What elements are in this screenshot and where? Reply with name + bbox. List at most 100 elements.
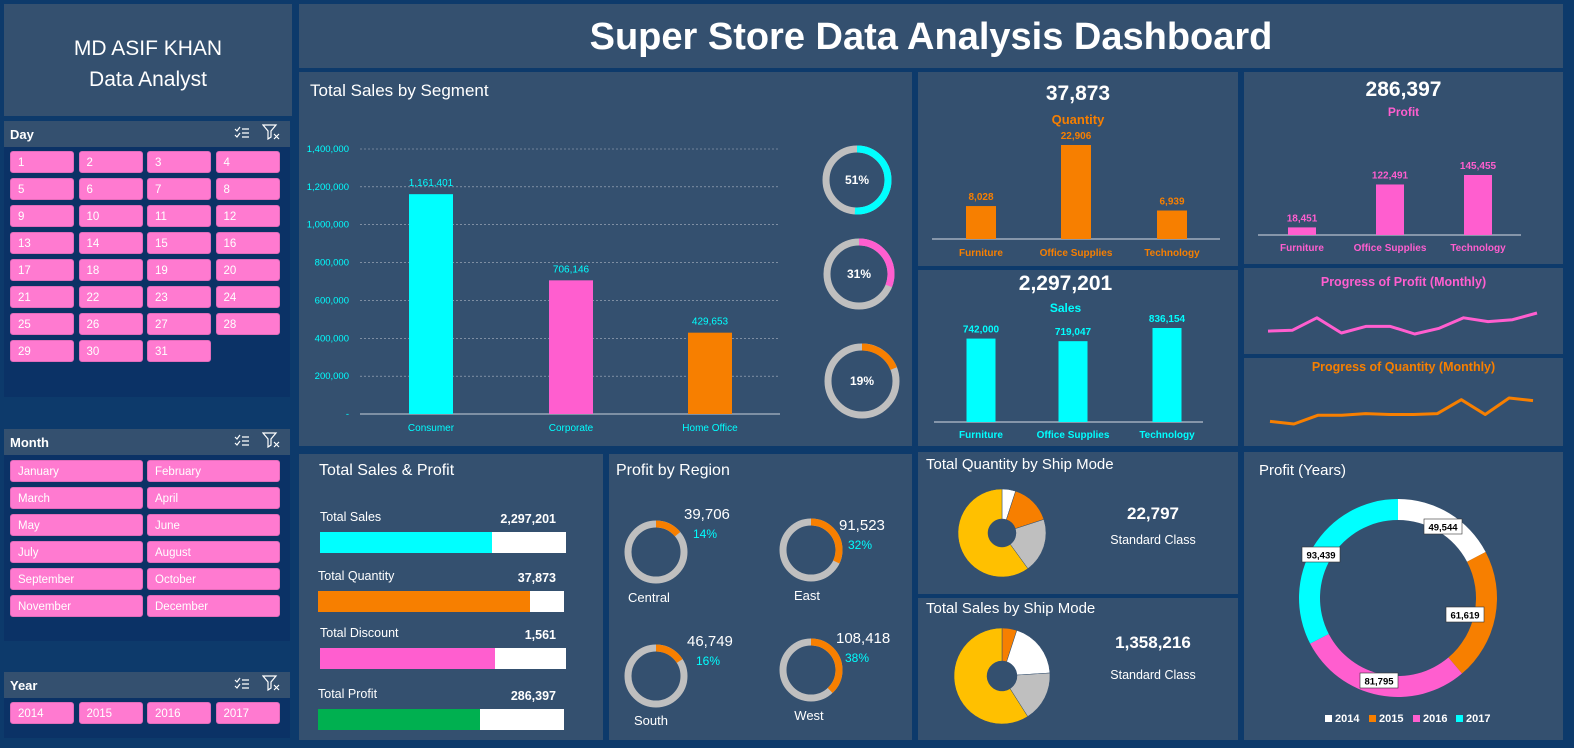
slicer-item[interactable]: 4 — [215, 151, 280, 173]
bar — [1376, 184, 1404, 235]
profit-card: 286,397 Profit 18,451 Furniture 122,491 Off… — [1244, 72, 1563, 264]
y-tick-label: 1,400,000 — [307, 144, 349, 155]
y-tick-label: 400,000 — [315, 333, 349, 344]
clear-filter-icon[interactable] — [261, 675, 280, 692]
slicer-item[interactable]: 6 — [78, 178, 143, 200]
totals-bar-track — [320, 532, 566, 553]
slicer-item[interactable]: 23 — [147, 286, 211, 308]
multi-select-icon[interactable] — [234, 126, 250, 140]
slicer-item[interactable]: 12 — [215, 205, 280, 227]
slicer-item[interactable]: May — [10, 514, 143, 536]
slicer-item[interactable]: 22 — [78, 286, 143, 308]
slicer-item[interactable]: April — [147, 487, 280, 509]
region-name: East — [794, 588, 820, 603]
segment-share-label: 19% — [850, 374, 874, 388]
bar-consumer — [409, 194, 453, 414]
totals-panel: Total Sales & Profit Total Sales 2,297,20… — [299, 454, 603, 740]
slicer-item[interactable]: 31 — [147, 340, 211, 362]
year-slicer: Year 2014 2015 2016 2017 — [4, 672, 290, 738]
slicer-item[interactable]: January — [10, 460, 143, 482]
slicer-item[interactable]: July — [10, 541, 143, 563]
profit-years-chart: 49,544 61,619 81,795 93,439 2014 2015 2016 2017 — [1299, 499, 1497, 725]
totals-bar-track — [320, 648, 566, 669]
slicer-item[interactable]: 19 — [147, 259, 211, 281]
totals-bar-track — [318, 591, 564, 612]
slicer-item[interactable]: 21 — [10, 286, 74, 308]
slicer-item[interactable]: 25 — [10, 313, 74, 335]
ship-quantity-value: 22,797 — [1127, 504, 1179, 523]
bar — [1058, 341, 1088, 422]
slicer-item[interactable]: 2014 — [10, 702, 74, 724]
x-tick-label: Home Office — [682, 423, 738, 434]
totals-bar-fill — [318, 709, 481, 730]
slicer-item[interactable]: 1 — [10, 151, 74, 173]
slicer-item[interactable]: 18 — [78, 259, 143, 281]
slicer-item[interactable]: June — [147, 514, 280, 536]
x-tick-label: Office Supplies — [1354, 243, 1427, 254]
region-percent: 38% — [845, 651, 869, 665]
slicer-item[interactable]: 27 — [147, 313, 211, 335]
slicer-item[interactable]: 7 — [147, 178, 211, 200]
slicer-item[interactable]: 2016 — [147, 702, 211, 724]
slicer-item[interactable]: 8 — [215, 178, 280, 200]
region-percent: 14% — [693, 527, 717, 541]
y-tick-label: 800,000 — [315, 258, 349, 269]
slicer-item[interactable]: 14 — [78, 232, 143, 254]
quantity-monthly-chart — [1269, 396, 1534, 426]
slicer-item[interactable]: 15 — [147, 232, 211, 254]
bar — [1157, 210, 1187, 239]
legend-swatch — [1456, 715, 1463, 722]
slicer-item[interactable]: December — [147, 595, 280, 617]
sales-card: 2,297,201 Sales 742,000 Furniture 719,047 O… — [918, 270, 1238, 446]
slicer-item[interactable]: November — [10, 595, 143, 617]
x-tick-label: Technology — [1450, 243, 1506, 254]
multi-select-icon[interactable] — [234, 434, 250, 448]
x-tick-label: Office Supplies — [1040, 248, 1113, 259]
slicer-item[interactable]: 17 — [10, 259, 74, 281]
region-name: West — [794, 708, 824, 723]
slicer-item[interactable]: 13 — [10, 232, 74, 254]
bar — [1464, 175, 1492, 235]
clear-filter-icon[interactable] — [261, 432, 280, 449]
slicer-item[interactable]: 29 — [10, 340, 74, 362]
data-label: 61,619 — [1450, 611, 1479, 622]
slicer-item[interactable]: 10 — [78, 205, 143, 227]
slicer-item[interactable]: October — [147, 568, 280, 590]
slicer-item[interactable]: February — [147, 460, 280, 482]
segment-chart: - 200,000 400,000 600,000 800,000 1,000,000 1,… — [307, 144, 900, 434]
slicer-item[interactable]: 26 — [78, 313, 143, 335]
slicer-item[interactable]: 2 — [78, 151, 143, 173]
totals-row-label: Total Discount — [320, 626, 399, 640]
region-panel: Profit by Region 39,706 14% Central 91,523 3… — [609, 454, 912, 740]
totals-bar-fill — [320, 648, 495, 669]
totals-bar-fill — [318, 591, 530, 612]
totals-title: Total Sales & Profit — [319, 462, 455, 479]
slicer-item[interactable]: 24 — [215, 286, 280, 308]
region-value: 46,749 — [687, 633, 733, 650]
slicer-item[interactable]: 2017 — [215, 702, 280, 724]
slicer-item[interactable]: September — [10, 568, 143, 590]
slicer-item[interactable]: 16 — [215, 232, 280, 254]
slicer-item[interactable]: 20 — [215, 259, 280, 281]
month-slicer: Month January February March April May June Ju… — [4, 429, 290, 641]
slicer-item[interactable]: 3 — [147, 151, 211, 173]
slicer-item[interactable]: 2015 — [78, 702, 143, 724]
legend-label: 2015 — [1379, 713, 1403, 725]
slicer-item[interactable]: 30 — [78, 340, 143, 362]
slicer-item[interactable]: 28 — [215, 313, 280, 335]
slicer-item[interactable]: March — [10, 487, 143, 509]
bar-value-label: 706,146 — [553, 264, 590, 275]
bar-home-office — [688, 332, 732, 414]
bar-value-label: 6,939 — [1159, 197, 1184, 208]
author-panel: MD ASIF KHAN Data Analyst — [4, 4, 292, 116]
multi-select-icon[interactable] — [234, 677, 250, 691]
slicer-item[interactable]: 11 — [147, 205, 211, 227]
slicer-item[interactable]: August — [147, 541, 280, 563]
data-label: 49,544 — [1428, 523, 1458, 534]
dashboard-title: Super Store Data Analysis Dashboard — [299, 4, 1563, 68]
slicer-item[interactable]: 5 — [10, 178, 74, 200]
slicer-item[interactable]: 9 — [10, 205, 74, 227]
legend-swatch — [1325, 715, 1332, 722]
y-tick-label: - — [346, 409, 349, 420]
clear-filter-icon[interactable] — [261, 124, 280, 141]
